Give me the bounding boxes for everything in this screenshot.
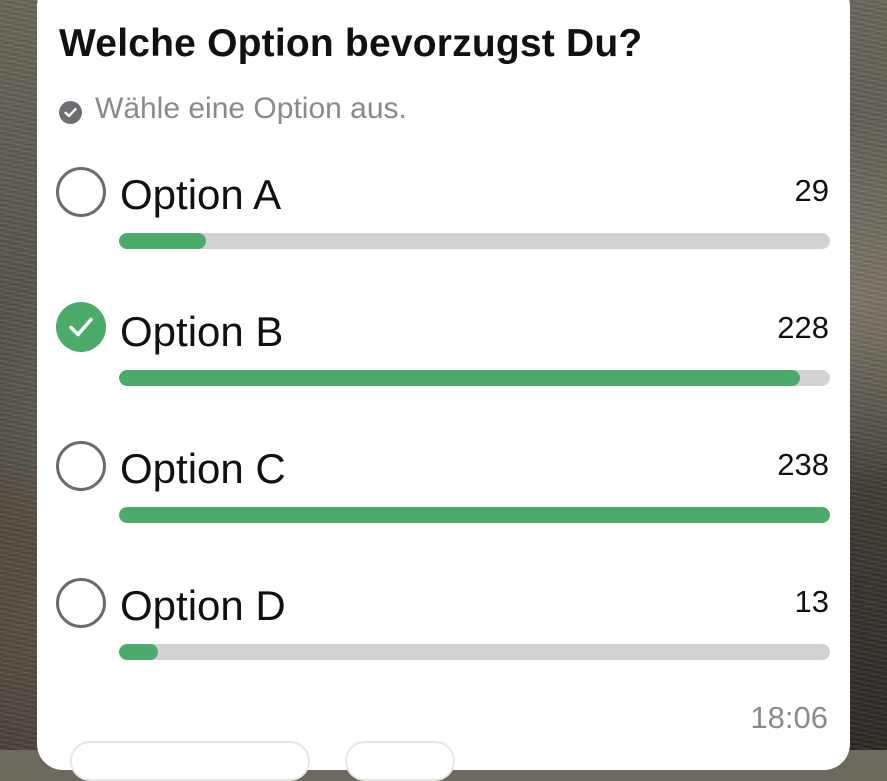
message-timestamp: 18:06 [750,700,828,735]
vote-progress-fill [119,370,801,386]
option-label: Option B [120,308,284,355]
radio-circle-icon[interactable] [56,441,106,491]
vote-progress-bar [119,370,830,386]
poll-option-a[interactable]: Option A 29 [0,165,887,295]
poll-option-c[interactable]: Option C 238 [0,439,887,569]
poll-option-b[interactable]: Option B 228 [0,302,887,432]
vote-progress-fill [119,644,159,660]
radio-circle-icon[interactable] [56,578,106,628]
vote-progress-bar [119,233,830,249]
poll-hint: Wähle eine Option aus. [59,92,407,126]
option-label: Option D [120,582,286,629]
vote-progress-bar [119,644,830,660]
vote-count[interactable]: 13 [795,584,829,620]
vote-count[interactable]: 29 [795,173,829,209]
vote-progress-fill [119,507,830,523]
option-label: Option A [120,171,282,218]
vote-count[interactable]: 228 [777,310,829,346]
poll-option-d[interactable]: Option D 13 [0,576,887,706]
poll-hint-text: Wähle eine Option aus. [95,92,407,125]
option-label: Option C [120,445,286,492]
vote-progress-fill [119,233,206,249]
checkmark-circle-filled-icon[interactable] [56,302,106,352]
checkmark-circle-icon [59,98,82,124]
vote-progress-bar [119,507,830,523]
radio-circle-icon[interactable] [56,167,106,217]
vote-count[interactable]: 238 [777,447,829,483]
reaction-button[interactable] [345,741,455,781]
view-votes-button[interactable] [70,741,310,781]
poll-question: Welche Option bevorzugst Du? [59,22,643,65]
